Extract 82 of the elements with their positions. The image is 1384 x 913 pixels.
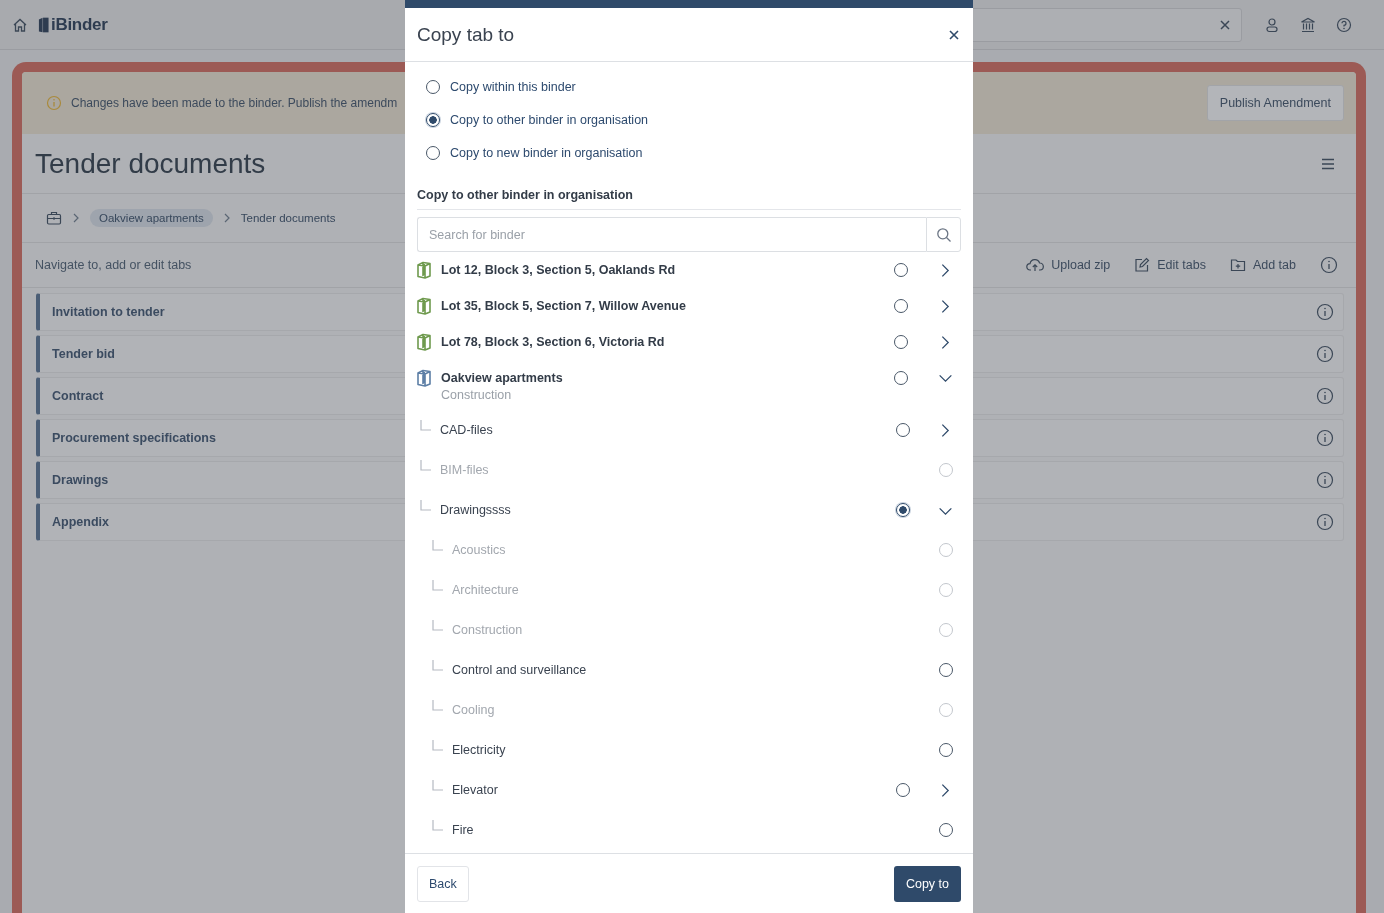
radio-button[interactable] (896, 783, 910, 797)
folder-name[interactable]: CAD-files (440, 423, 493, 437)
close-icon[interactable] (948, 28, 960, 41)
pencil-icon (1134, 257, 1151, 273)
info-icon[interactable] (1316, 471, 1334, 489)
info-icon (46, 95, 62, 111)
back-button[interactable]: Back (417, 865, 469, 902)
search-button[interactable] (926, 217, 961, 252)
help-icon[interactable] (1336, 16, 1352, 33)
info-icon[interactable] (1316, 387, 1334, 405)
briefcase-icon[interactable] (46, 210, 62, 226)
radio-label[interactable]: Copy to new binder in organisation (450, 145, 643, 160)
folder-name[interactable]: Elevator (452, 783, 498, 797)
info-icon[interactable] (1316, 513, 1334, 531)
chevron-down-icon[interactable] (937, 374, 953, 383)
radio-button[interactable] (896, 503, 910, 517)
folder-name[interactable]: Electricity (452, 743, 506, 757)
binder-name[interactable]: Lot 35, Block 5, Section 7, Willow Avenue (441, 298, 686, 314)
tree-elbow-icon (420, 420, 432, 432)
radio-label[interactable]: Copy to other binder in organisation (450, 112, 649, 127)
dialog-title: Copy tab to (417, 23, 515, 46)
logo-icon (38, 15, 49, 34)
tree-elbow-icon (432, 580, 444, 592)
binder-name[interactable]: Lot 12, Block 3, Section 5, Oaklands Rd (441, 262, 676, 278)
radio-label[interactable]: Copy within this binder (450, 79, 576, 94)
radio-button[interactable] (894, 299, 908, 313)
tree-elbow-icon (432, 820, 444, 832)
edit-button[interactable]: Edit tabs (1134, 257, 1206, 273)
breadcrumb-current: Tender documents (240, 212, 336, 224)
folder-plus-icon (1229, 257, 1246, 273)
user-icon[interactable] (1264, 16, 1280, 33)
add-button[interactable]: Add tab (1229, 257, 1296, 273)
folder-name[interactable]: Fire (452, 823, 474, 837)
hint-text: Navigate to, add or edit tabs (35, 258, 192, 272)
tree-elbow-icon (420, 500, 432, 512)
info-icon[interactable] (1320, 256, 1338, 274)
banner-message: Changes have been made to the binder. Publish the amendm (71, 96, 398, 110)
section-title: Copy to other binder in organisation (417, 188, 633, 202)
radio-button[interactable] (426, 79, 440, 94)
tree-elbow-icon (432, 540, 444, 552)
logo-text[interactable]: iBinder (51, 14, 108, 35)
bank-icon[interactable] (1300, 16, 1316, 33)
tree-elbow-icon (432, 780, 444, 792)
binder-name[interactable]: Lot 78, Block 3, Section 6, Victoria Rd (441, 334, 665, 350)
info-icon[interactable] (1316, 345, 1334, 363)
chevron-down-icon[interactable] (937, 507, 953, 516)
tree-elbow-icon (420, 460, 432, 472)
page-title: Tender documents (35, 147, 266, 180)
chevron-right-icon[interactable] (940, 335, 950, 350)
chevron-right-icon (72, 212, 80, 224)
chevron-right-icon[interactable] (940, 299, 950, 314)
search-icon (935, 226, 952, 243)
tree-elbow-icon (432, 620, 444, 632)
folder-name[interactable]: Control and surveillance (452, 663, 587, 677)
breadcrumb-link[interactable]: Oakview apartments (90, 209, 213, 227)
radio-button[interactable] (939, 823, 953, 837)
radio-button[interactable] (426, 145, 440, 160)
binder-name[interactable]: Oakview apartments (441, 370, 563, 386)
tree-elbow-icon (432, 700, 444, 712)
binder-subtitle: Construction (441, 387, 513, 404)
info-icon[interactable] (1316, 303, 1334, 321)
tree-elbow-icon (432, 660, 444, 672)
chevron-right-icon (222, 212, 231, 224)
radio-button[interactable] (939, 663, 953, 677)
radio-button[interactable] (894, 335, 908, 349)
cloud-upload-icon (1026, 256, 1045, 274)
radio-button[interactable] (894, 371, 908, 385)
info-icon[interactable] (1316, 429, 1334, 447)
chevron-right-icon[interactable] (940, 782, 950, 798)
chevron-right-icon[interactable] (940, 422, 950, 438)
publish-amendment-button[interactable]: Publish Amendment (1206, 85, 1344, 121)
upload-button[interactable]: Upload zip (1026, 256, 1111, 274)
radio-button[interactable] (426, 112, 440, 127)
chevron-right-icon[interactable] (940, 263, 950, 278)
radio-button[interactable] (894, 263, 908, 277)
close-icon[interactable] (1219, 18, 1231, 31)
home-icon[interactable] (12, 16, 28, 33)
radio-button[interactable] (939, 743, 953, 757)
folder-name[interactable]: Drawingssss (440, 503, 511, 517)
radio-button[interactable] (896, 423, 910, 437)
copy-to-button[interactable]: Copy to (893, 865, 961, 902)
tree-elbow-icon (432, 740, 444, 752)
